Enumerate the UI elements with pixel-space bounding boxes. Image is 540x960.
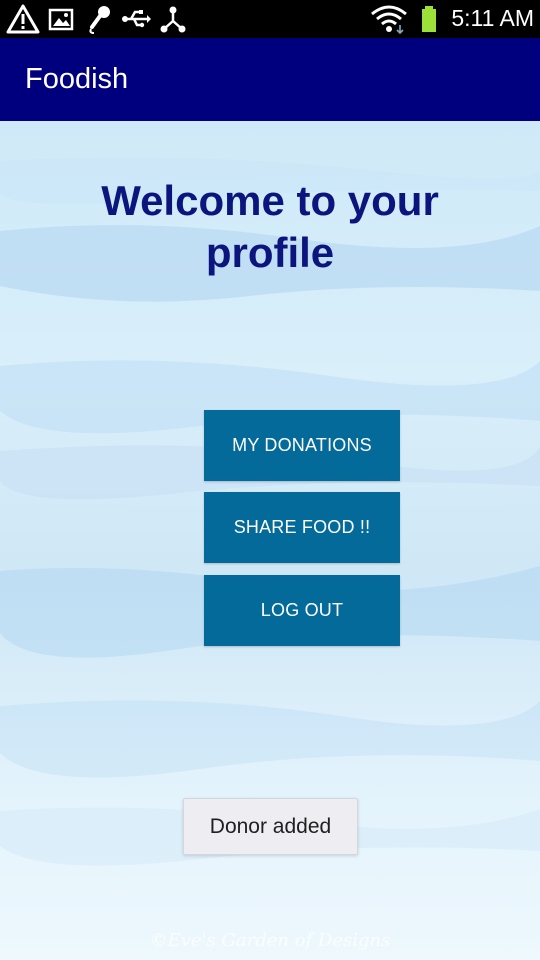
share-icon — [160, 6, 186, 33]
welcome-heading: Welcome to your profile — [101, 177, 439, 276]
wifi-icon — [371, 5, 407, 35]
image-icon — [48, 8, 74, 31]
background-watermark: ©Eve's Garden of Designs — [149, 930, 391, 951]
screen: 5:11 AM Foodish Welcome to your profile … — [0, 0, 540, 960]
log-out-button[interactable]: LOG OUT — [204, 575, 400, 646]
battery-icon — [422, 6, 436, 32]
my-donations-button[interactable]: MY DONATIONS — [204, 410, 400, 481]
status-time: 5:11 AM — [451, 5, 534, 31]
status-bar: 5:11 AM — [0, 0, 540, 38]
warning-icon — [6, 4, 40, 34]
toast-message: Donor added — [183, 798, 358, 855]
usb-icon — [122, 10, 151, 28]
microphone-icon — [89, 6, 110, 34]
app-bar: Foodish — [0, 38, 540, 121]
share-food-button[interactable]: SHARE FOOD !! — [204, 492, 400, 563]
app-title: Foodish — [25, 63, 129, 95]
